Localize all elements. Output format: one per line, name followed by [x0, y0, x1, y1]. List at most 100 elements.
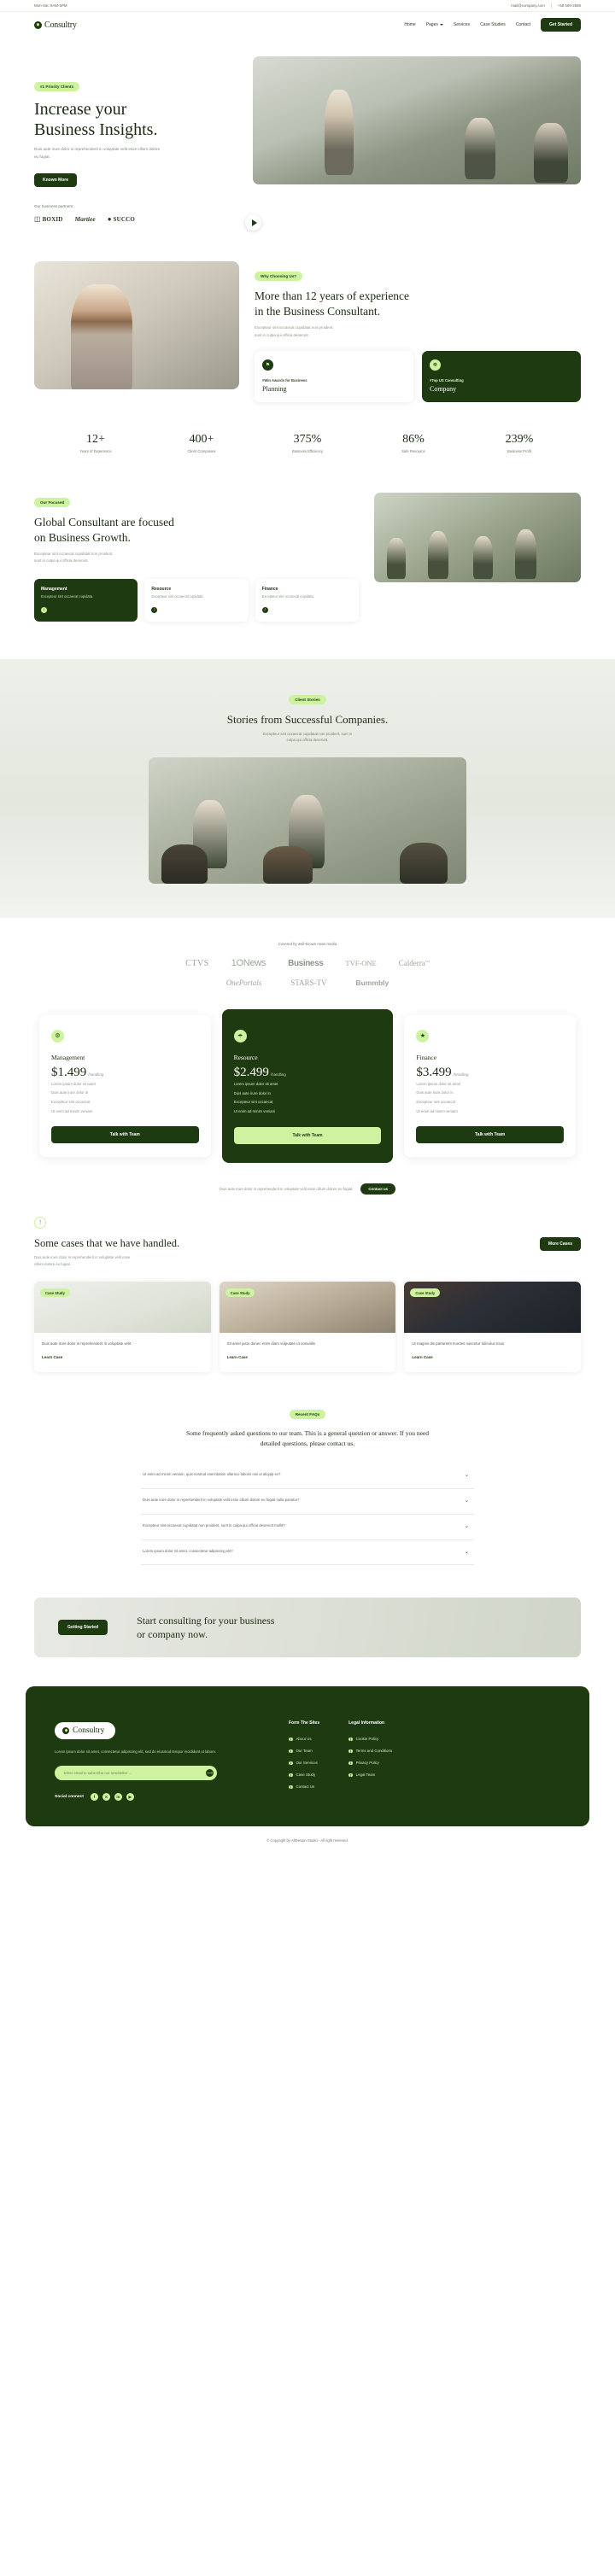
more-cases-button[interactable]: More Cases [539, 1236, 581, 1251]
pricing-name: Management [51, 1053, 85, 1061]
getting-started-button[interactable]: Getting Started [58, 1620, 108, 1636]
arrow-right-icon[interactable]: ⟩ [151, 606, 158, 613]
topbar-phone[interactable]: +58 569-2558 [558, 3, 581, 8]
consult-cta-banner: Getting Started Start consulting for you… [34, 1598, 581, 1658]
contact-us-button[interactable]: Contact us [360, 1183, 396, 1195]
media-logo-bummbly: Bummbly [355, 978, 390, 987]
facebook-icon[interactable]: f [90, 1793, 98, 1802]
footer-link-cookie-policy[interactable]: ❯ Cookie Policy [348, 1737, 392, 1741]
faq-item[interactable]: Excepteur sint occaecat cupidatat non pr… [141, 1515, 474, 1540]
case-card[interactable]: Case Study Sit amet justo donec enim dia… [219, 1282, 396, 1372]
faq-item[interactable]: Ut enim ad minim veniam, quis nostrud ex… [141, 1463, 474, 1490]
cta-strip-text: Duis aute irure dolor in reprehenderit i… [219, 1186, 354, 1191]
footer-brand-name: Consultry [73, 1726, 105, 1735]
partners-list: ◫ BOXID Martiee ● SUCCO [34, 215, 239, 223]
talk-with-team-button[interactable]: Talk with Team [416, 1126, 565, 1144]
talk-with-team-button[interactable]: Talk with Team [233, 1126, 382, 1144]
talk-with-team-button[interactable]: Talk with Team [51, 1126, 199, 1144]
footer-column-heading: Form The Sites [289, 1720, 320, 1726]
chevron-down-icon[interactable]: ⌄ [465, 1548, 469, 1557]
footer-link-our-services[interactable]: ❯ Our Services [289, 1761, 319, 1765]
nav-item-contact[interactable]: Contact [516, 22, 530, 27]
why-card-planning[interactable]: ⚑ #Win Awards for Business Planning [255, 350, 413, 402]
linkedin-icon[interactable]: in [114, 1793, 122, 1802]
topbar: Mon-Sat: 9AM-5PM mail@company.com +58 56… [0, 0, 615, 12]
arrow-right-icon[interactable]: ⟩ [41, 606, 47, 613]
pricing-price: $1.499/handling [51, 1066, 199, 1080]
why-card-title: Company [430, 384, 457, 393]
leaf-icon [62, 1726, 69, 1734]
brand-logo[interactable]: Consultry [34, 20, 77, 30]
bullet-icon: ❯ [348, 1737, 353, 1742]
chevron-down-icon[interactable]: ⌄ [465, 1522, 469, 1532]
footer-link-label: About Us [296, 1737, 312, 1742]
focused-figure [473, 535, 494, 579]
focused-card-desc: Excepteur sint occaecat cupidata. [41, 593, 94, 599]
known-more-button[interactable]: Known More [34, 173, 77, 188]
topbar-email[interactable]: mail@company.com [511, 3, 545, 8]
footer-link-contact-us[interactable]: ❯ Contact Us [289, 1785, 319, 1789]
stat-item: 375% Business Efficiency [255, 433, 360, 453]
chevron-down-icon[interactable]: ⌄ [465, 1497, 469, 1506]
stories-subtitle-line1: Excepteur sint occaecat cupidatat non pr… [262, 731, 353, 736]
newsletter-submit-icon[interactable]: ⟶ [206, 1769, 214, 1778]
footer-link-about-us[interactable]: ❯ About Us [289, 1737, 319, 1741]
focused-card-title: Management [41, 586, 67, 592]
focused-card-management[interactable]: Management Excepteur sint occaecat cupid… [34, 578, 138, 622]
stories-subtitle: Excepteur sint occaecat cupidatat non pr… [34, 731, 581, 744]
footer-logo[interactable]: Consultry [55, 1721, 116, 1739]
focused-image [374, 492, 581, 582]
stat-label: Safe Resource [401, 448, 425, 453]
footer-link-privacy-policy[interactable]: ❯ Privacy Policy [348, 1761, 392, 1765]
youtube-icon[interactable]: ▶ [126, 1793, 134, 1802]
learn-case-link[interactable]: Learn Case [42, 1355, 62, 1359]
newsletter-email-input[interactable] [64, 1771, 175, 1776]
focused-cards: Management Excepteur sint occaecat cupid… [34, 578, 359, 622]
focused-card-finance[interactable]: Finance Excepteur sint occaecat cupidata… [255, 578, 359, 622]
footer-link-label: Cookie Policy [355, 1737, 379, 1742]
learn-case-link[interactable]: Learn Case [227, 1355, 248, 1359]
get-started-button[interactable]: Get Started [541, 18, 581, 32]
nav-item-services[interactable]: Services [454, 22, 470, 27]
award-icon: ⚑ [262, 359, 273, 371]
faq-question: Ut enim ad minim veniam, quis nostrud ex… [143, 1472, 281, 1477]
media-logo-starstv: STARS-TV [290, 978, 327, 987]
why-title: More than 12 years of experience in the … [255, 289, 581, 318]
pricing-period: /handling [88, 1072, 104, 1077]
focused-content: Our Focused Global Consultant are focuse… [34, 493, 359, 622]
footer-link-our-team[interactable]: ❯ Our Team [289, 1749, 319, 1753]
focused-figure [514, 529, 536, 579]
why-image [34, 261, 239, 390]
why-card-title: Planning [262, 384, 287, 393]
case-text: Duis aute irure dolor in reprehenderit i… [42, 1341, 132, 1346]
hero-content: #1 Priority Clients Increase your Busine… [34, 56, 239, 223]
case-image: Case Study [34, 1282, 211, 1334]
x-icon[interactable]: X [102, 1793, 110, 1802]
stories-figure [161, 844, 208, 884]
media-coverage-section: Covered by well-known news media CTVS 1O… [0, 918, 615, 987]
learn-case-link[interactable]: Learn Case [412, 1355, 432, 1359]
pricing-name: Finance [416, 1053, 437, 1061]
arrow-right-icon[interactable]: ⟩ [261, 606, 268, 613]
pricing-feature: Ut enim ad minim veniam [416, 1108, 458, 1113]
why-content: Why Choosing Us? More than 12 years of e… [255, 261, 581, 402]
nav-item-case-studies[interactable]: Case Studies [480, 22, 506, 27]
footer-link-legal-team[interactable]: ❯ Legal Team [348, 1773, 392, 1777]
bullet-icon: ❯ [289, 1785, 293, 1790]
nav-item-pages[interactable]: Pages [426, 22, 443, 27]
chevron-down-icon[interactable]: ⌄ [465, 1471, 469, 1481]
resource-icon: ☂ [233, 1030, 247, 1043]
focused-badge: Our Focused [34, 497, 71, 507]
footer-link-case-study[interactable]: ❯ Case Study [289, 1773, 319, 1777]
faq-item[interactable]: Lorem ipsum dolor sit amet, consectetur … [141, 1540, 474, 1566]
faq-item[interactable]: Duis aute irure dolor in reprehenderit i… [141, 1489, 474, 1515]
pricing-feature: Excepteur sint occaecat [233, 1100, 273, 1105]
faq-question: Excepteur sint occaecat cupidatat non pr… [143, 1522, 285, 1527]
why-card-company[interactable]: ☸ #Top US Consulting Company [422, 350, 581, 402]
focused-card-resource[interactable]: Resource Excepteur sint occaecat cupidat… [144, 578, 249, 622]
case-card[interactable]: Case Study Duis aute irure dolor in repr… [34, 1282, 211, 1372]
case-card[interactable]: Case Study Ut magnis dis parturient mont… [404, 1282, 582, 1372]
nav-item-home[interactable]: Home [404, 22, 415, 27]
footer-link-terms[interactable]: ❯ Terms and Conditions [348, 1749, 392, 1753]
focused-subtitle-line2: sunt in culpa qui officia deserunt. [34, 558, 89, 564]
